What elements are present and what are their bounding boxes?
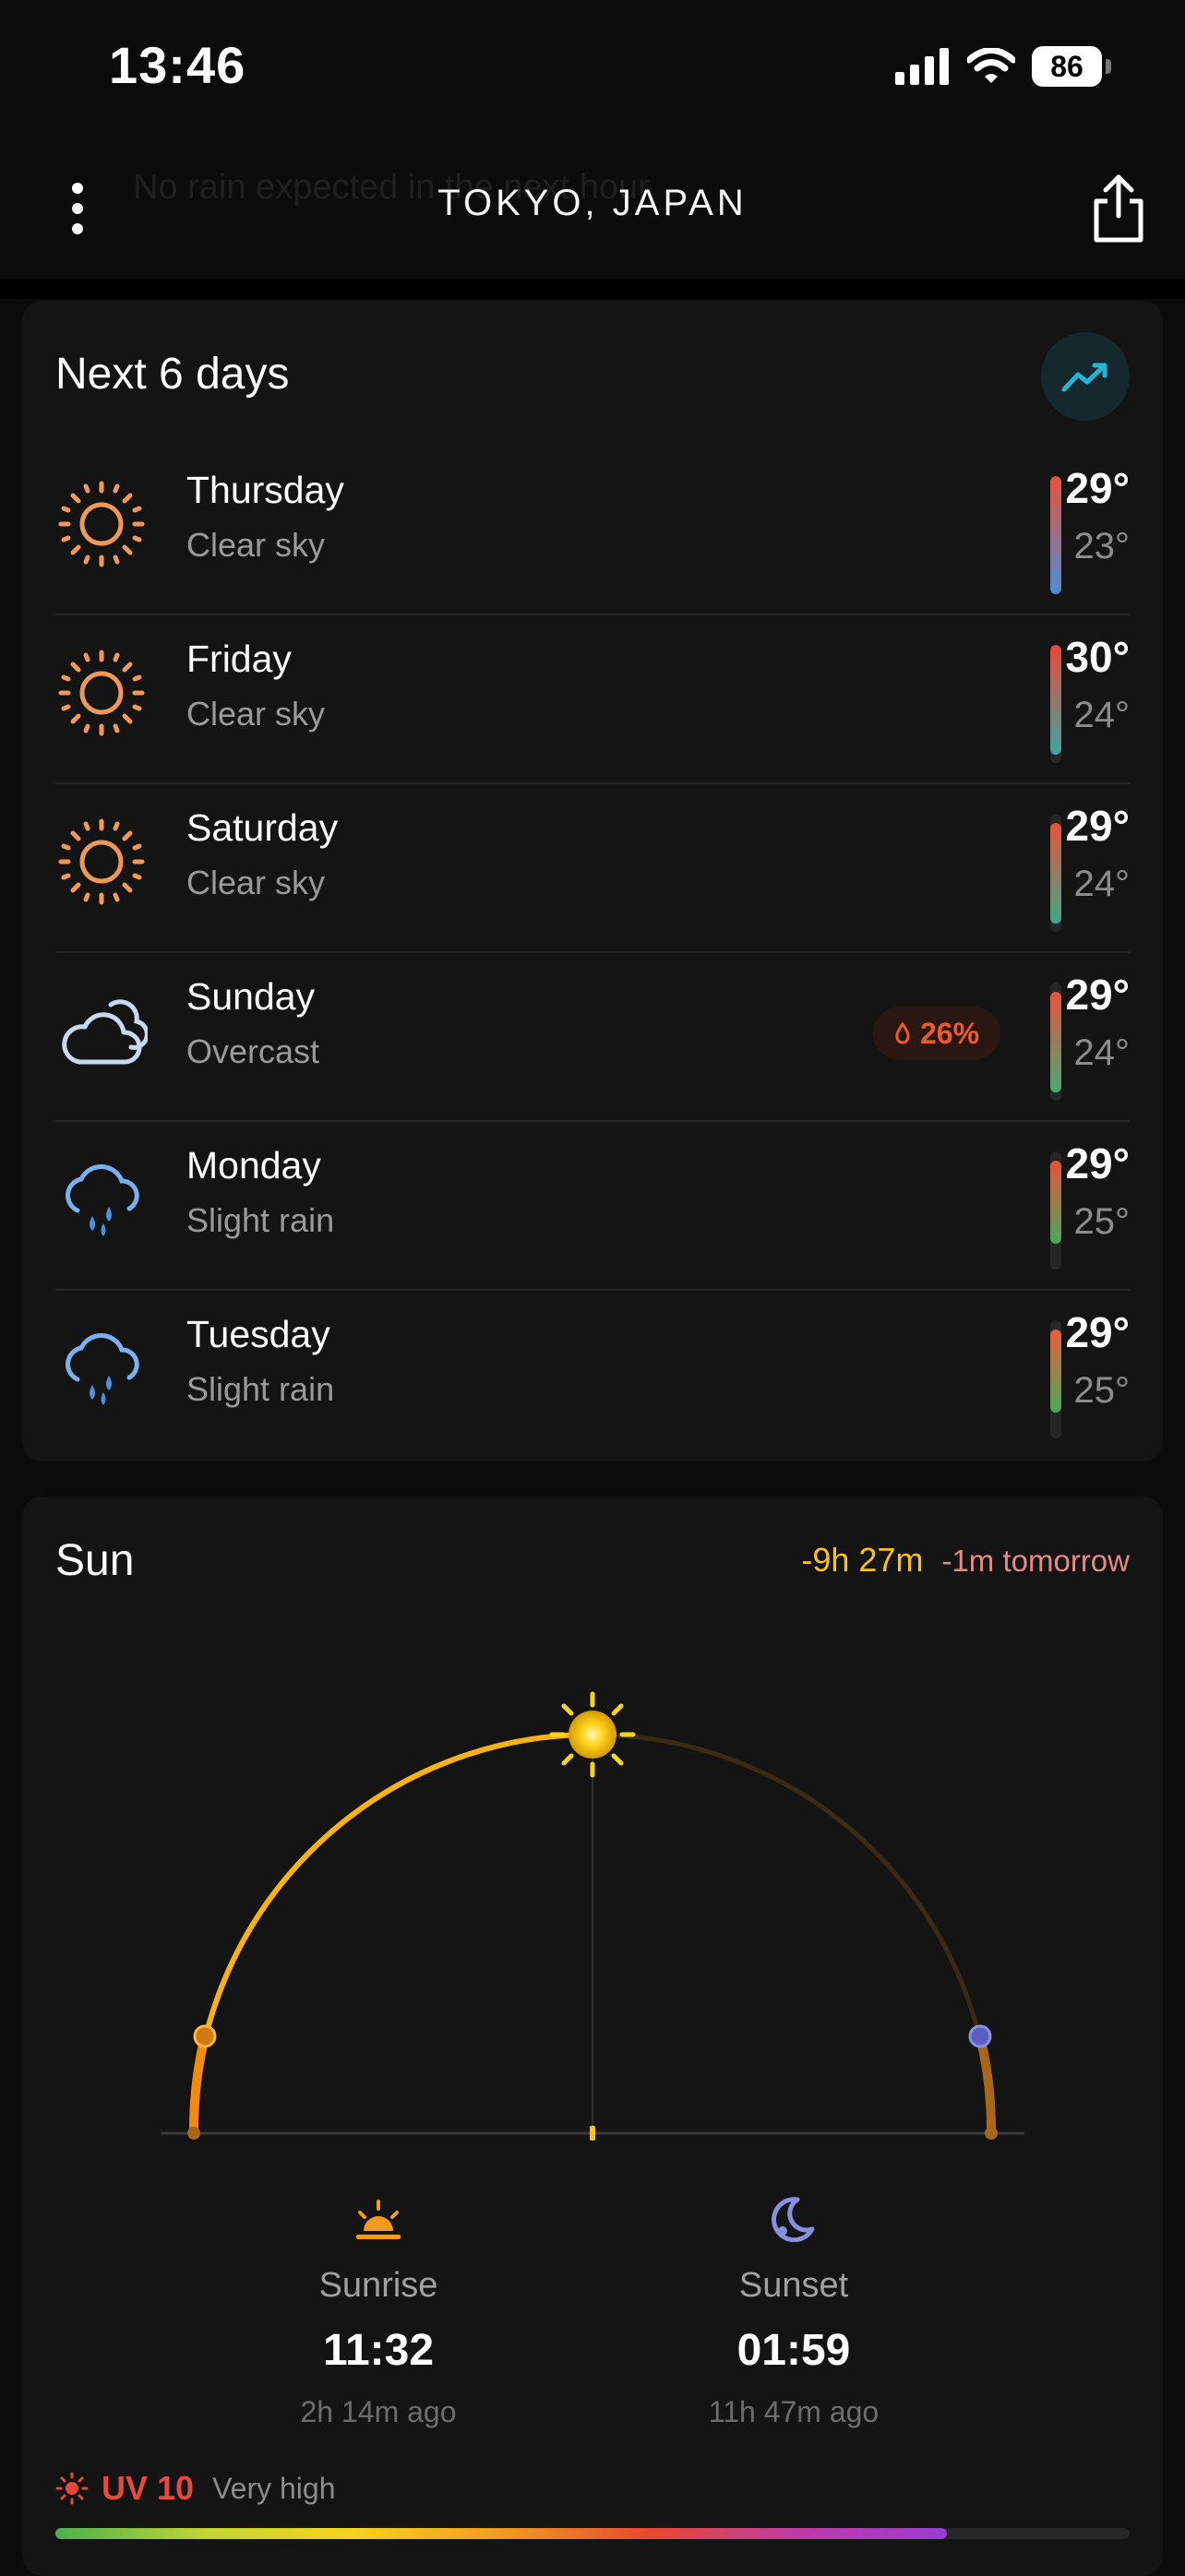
temp-range-fill (1050, 823, 1061, 924)
temp-low: 24° (1073, 1032, 1131, 1073)
day-condition: Clear sky (186, 695, 326, 733)
sunrise-label: Sunrise (318, 2266, 438, 2305)
temp-high: 30° (1065, 633, 1130, 681)
sunrise-marker (193, 2024, 217, 2048)
temp-range-bar (1050, 983, 1061, 1101)
forecast-card: Next 6 days Thursday Clear sky 29° 23° Frida… (22, 301, 1163, 1461)
temp-low: 24° (1073, 864, 1131, 904)
temp-low: 25° (1073, 1370, 1131, 1411)
forecast-title: Next 6 days (55, 350, 290, 399)
uv-value: UV 10 (102, 2469, 195, 2507)
vertical-dots-icon (72, 183, 83, 234)
temp-range-bar (1050, 645, 1061, 763)
sunset-time: 01:59 (736, 2326, 851, 2375)
day-name: Saturday (186, 806, 339, 849)
temp-range-fill (1050, 992, 1061, 1093)
temp-low: 23° (1073, 526, 1131, 566)
sunset-label: Sunset (738, 2266, 849, 2305)
dusk-dot (985, 2127, 998, 2140)
menu-button[interactable] (57, 181, 98, 236)
now-tick (590, 2126, 595, 2141)
battery-nub (1106, 59, 1111, 74)
temp-range-bar (1050, 814, 1061, 932)
temp-range-fill (1050, 1161, 1061, 1244)
temp-high: 29° (1065, 1308, 1130, 1356)
forecast-day-row[interactable]: Monday Slight rain 29° 25° (55, 1120, 1130, 1291)
day-name: Thursday (186, 469, 344, 511)
cloud-icon (55, 984, 157, 1086)
status-icons: 86 (895, 41, 1111, 92)
twilight-start (188, 2032, 209, 2138)
sun-position-icon (549, 1691, 636, 1778)
sun-arc-diagram (161, 1691, 1024, 2141)
sunrise-icon (356, 2200, 401, 2239)
sun-icon (55, 647, 157, 748)
temp-high: 29° (1065, 464, 1130, 512)
sunrise-time: 11:32 (322, 2326, 435, 2375)
twilight-end (976, 2032, 997, 2138)
temp-range-fill (1050, 1330, 1061, 1413)
forecast-day-row[interactable]: Sunday Overcast 26% 29° 24° (55, 951, 1130, 1122)
location-title[interactable]: TOKYO, JAPAN (0, 183, 1185, 224)
share-icon (1094, 174, 1143, 243)
forecast-day-row[interactable]: Friday Clear sky 30° 24° (55, 614, 1130, 784)
raindrop-icon (895, 1022, 910, 1044)
day-condition: Slight rain (186, 1370, 335, 1408)
cloud-rain-icon (55, 1322, 157, 1424)
cloud-rain-icon (55, 1153, 157, 1255)
status-time: 13:46 (109, 36, 246, 94)
uv-level-fill (55, 2528, 948, 2539)
temp-range-fill (1050, 476, 1061, 594)
sun-icon (55, 478, 157, 579)
day-condition: Clear sky (186, 864, 326, 901)
uv-scale (55, 2528, 1130, 2539)
uv-description: Very high (212, 2471, 336, 2505)
share-button[interactable] (1085, 172, 1152, 245)
temp-high: 29° (1065, 1139, 1130, 1187)
header-divider (0, 279, 1185, 299)
trend-chart-icon (1061, 363, 1107, 392)
day-condition: Clear sky (186, 526, 326, 564)
temp-range-bar (1050, 1151, 1061, 1270)
sunset-marker (968, 2024, 992, 2048)
day-name: Friday (186, 638, 292, 680)
day-condition: Slight rain (186, 1201, 335, 1239)
wifi-icon (967, 48, 1015, 83)
temp-range-bar (1050, 1320, 1061, 1438)
forecast-day-row[interactable]: Tuesday Slight rain 29° 25° (55, 1289, 1130, 1458)
temp-high: 29° (1065, 802, 1130, 850)
uv-sun-icon (55, 2472, 89, 2505)
chart-view-button[interactable] (1041, 332, 1130, 421)
uv-index: UV 10 Very high (55, 2469, 335, 2508)
sun-card: Sun -9h 27m -1m tomorrow Sunrise 11:32 2… (22, 1497, 1163, 2576)
sunset-ago: 11h 47m ago (708, 2395, 880, 2428)
day-name: Monday (186, 1144, 321, 1187)
forecast-day-row[interactable]: Thursday Clear sky 29° 23° (55, 445, 1130, 615)
temp-range-bar (1050, 476, 1061, 594)
temp-low: 24° (1073, 695, 1131, 735)
dawn-dot (187, 2127, 200, 2140)
precip-value: 26% (919, 1016, 980, 1050)
day-name: Sunday (186, 975, 316, 1018)
precip-badge: 26% (873, 1007, 1000, 1060)
day-name: Tuesday (186, 1313, 330, 1355)
sun-icon (55, 816, 157, 917)
forecast-day-row[interactable]: Saturday Clear sky 29° 24° (55, 782, 1130, 953)
temp-low: 25° (1073, 1201, 1131, 1242)
moon-icon (772, 2197, 815, 2242)
day-condition: Overcast (186, 1032, 320, 1070)
temp-high: 29° (1065, 971, 1130, 1019)
sun-path-elapsed (191, 1732, 593, 2134)
sunrise-ago: 2h 14m ago (300, 2395, 457, 2428)
temp-range-fill (1050, 645, 1061, 756)
signal-icon (895, 48, 949, 85)
battery-indicator: 86 (1032, 46, 1102, 87)
